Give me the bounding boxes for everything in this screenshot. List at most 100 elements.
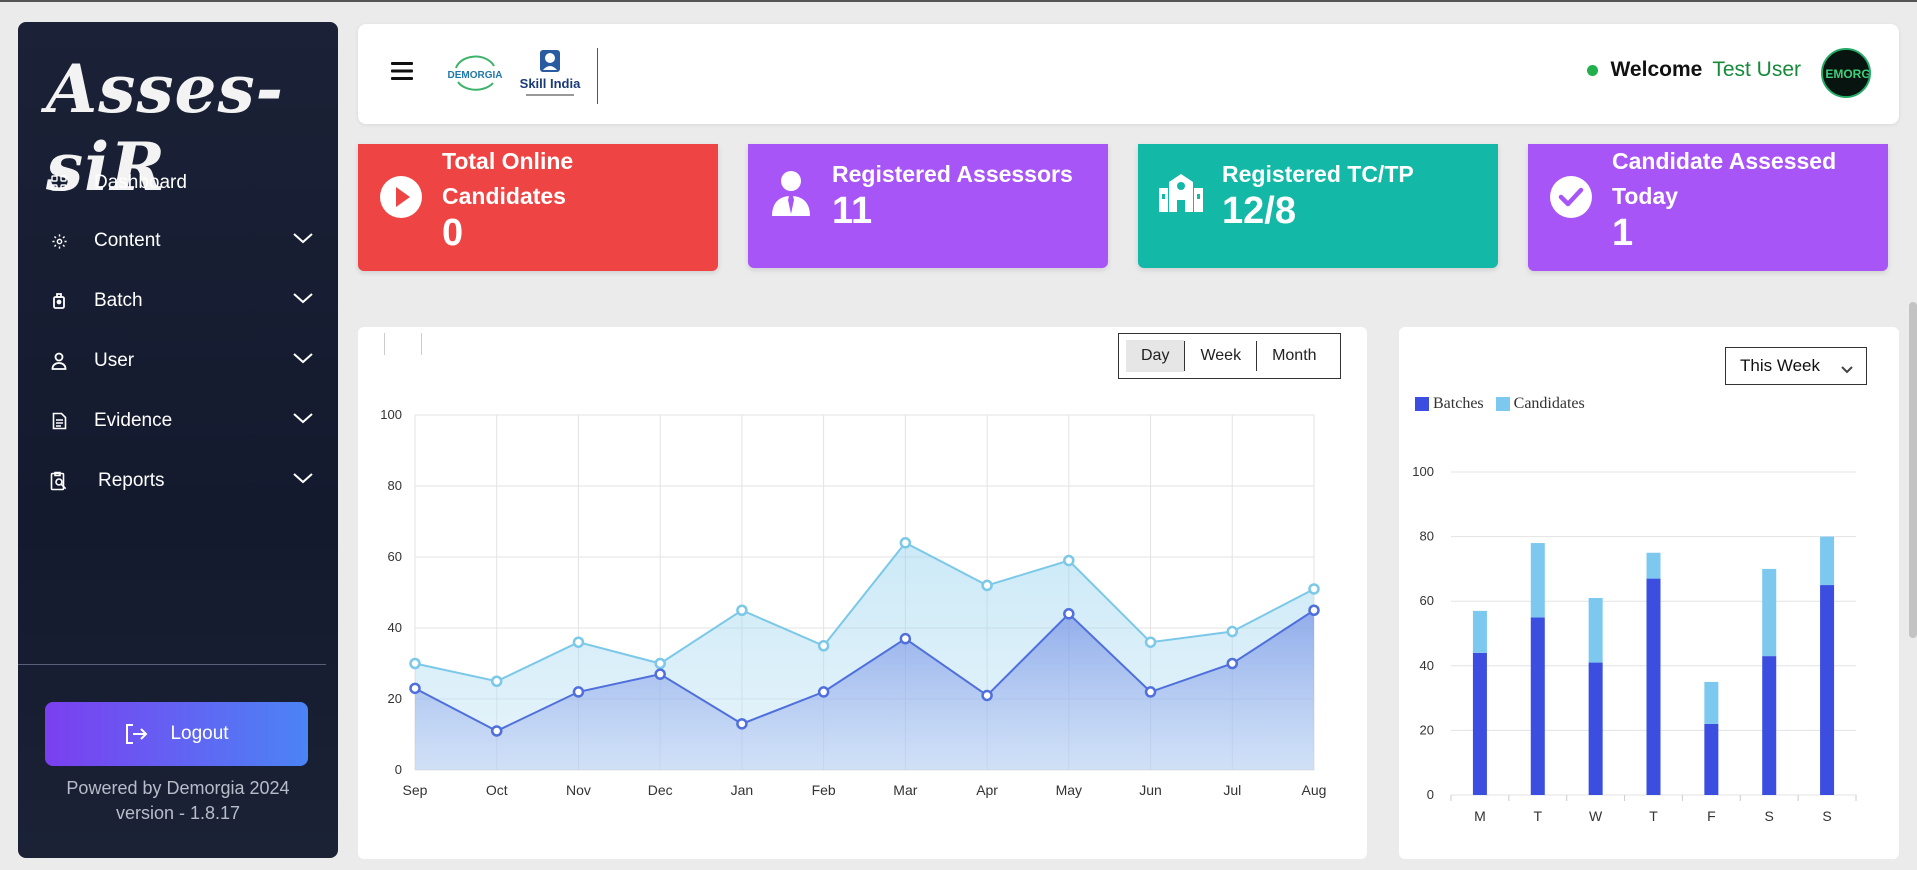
data-point [572, 636, 585, 648]
x-tick-label: F [1707, 808, 1716, 824]
x-tick-label: Oct [486, 782, 508, 798]
y-tick-label: 0 [1427, 787, 1434, 802]
chevron-down-icon [292, 409, 314, 431]
trend-chart-panel: Day Week Month 0 20 40 60 80 100 Sep Oct Nov Dec J… [358, 327, 1367, 859]
sidebar-item-content[interactable]: Content [46, 221, 314, 261]
panel-tab-divider [421, 333, 422, 355]
bar-segment [1646, 578, 1661, 795]
series-line [414, 609, 1315, 733]
y-tick-label: 40 [1420, 658, 1434, 673]
data-point [1226, 625, 1239, 638]
week-range-select[interactable]: This Week [1725, 347, 1867, 385]
batch-icon [46, 288, 72, 314]
logout-icon [126, 724, 148, 744]
x-tick-label: M [1474, 808, 1486, 824]
powered-by-text: Powered by Demorgia 2024 [66, 778, 290, 798]
stat-title: Candidate Assessed [1612, 148, 1837, 174]
data-point [409, 657, 421, 670]
bar-segment [1472, 652, 1487, 795]
y-tick-label: 60 [388, 549, 402, 564]
range-week-button[interactable]: Week [1185, 340, 1256, 372]
report-icon [46, 468, 72, 494]
legend-label: Candidates [1513, 395, 1585, 412]
stat-card-online-candidates: Total Online Candidates 0 [358, 144, 718, 271]
bar-segment [1588, 597, 1603, 663]
bar-segment [1704, 681, 1719, 724]
legend-label: Batches [1433, 395, 1484, 412]
x-tick-label: Apr [976, 782, 998, 798]
legend-swatch [1415, 397, 1429, 411]
data-point [1063, 554, 1075, 567]
range-day-button[interactable]: Day [1126, 340, 1185, 372]
stat-value: 11 [832, 190, 873, 232]
x-tick-label: Mar [893, 782, 917, 798]
stat-title-line2: Today [1612, 183, 1679, 209]
legend-item-batches[interactable]: Batches [1415, 395, 1484, 413]
y-tick-label: 80 [388, 478, 402, 493]
y-tick-label: 60 [1420, 593, 1434, 608]
stat-value: 0 [442, 212, 464, 254]
assessor-icon [768, 170, 814, 216]
sidebar-item-label: Content [94, 230, 161, 251]
area-line-chart: 0 20 40 60 80 100 Sep Oct Nov Dec Jan Feb Mar Apr May J… [380, 407, 1326, 798]
x-tick-label: W [1589, 808, 1603, 824]
chevron-down-icon [292, 289, 314, 311]
sidebar-item-dashboard[interactable]: Dashboard [46, 163, 314, 203]
hamburger-menu-icon[interactable] [391, 61, 413, 86]
bar-segment [1472, 610, 1487, 653]
data-point [1308, 604, 1320, 616]
y-tick-label: 100 [1412, 464, 1434, 479]
bar-segment [1762, 568, 1777, 657]
play-circle-icon [378, 174, 424, 220]
x-tick-label: Nov [566, 782, 591, 798]
range-toggle: Day Week Month [1118, 333, 1341, 379]
data-point [736, 604, 748, 616]
x-tick-label: Dec [648, 782, 673, 798]
range-month-button[interactable]: Month [1257, 340, 1331, 372]
bar-segment [1530, 617, 1545, 795]
week-range-value: This Week [1740, 356, 1820, 375]
chevron-down-icon [1840, 360, 1854, 380]
demorgia-logo: DEMORGIA [446, 54, 504, 94]
y-tick-label: 20 [388, 691, 402, 706]
avatar[interactable]: EMORG [1821, 48, 1871, 98]
data-point [899, 537, 912, 549]
bar-segment [1704, 723, 1719, 795]
sidebar-item-reports[interactable]: Reports [46, 461, 314, 501]
sidebar-item-label: Evidence [94, 410, 173, 431]
bar-segment [1530, 543, 1545, 618]
series-line [414, 541, 1315, 683]
data-point [572, 686, 585, 698]
x-tick-label: Jun [1139, 782, 1162, 798]
logout-button[interactable]: Logout [45, 702, 308, 766]
top-header: DEMORGIA Skill India Welcome Test User E… [358, 24, 1899, 124]
legend-item-candidates[interactable]: Candidates [1495, 395, 1585, 413]
sidebar-item-batch[interactable]: Batch [46, 281, 314, 321]
chart-legend: Batches Candidates [1415, 395, 1597, 413]
gear-icon [46, 228, 72, 254]
document-icon [46, 408, 72, 434]
x-tick-label: T [1534, 808, 1543, 824]
chevron-down-icon [292, 469, 314, 491]
y-tick-label: 0 [395, 762, 402, 777]
stat-value: 12/8 [1222, 190, 1296, 232]
x-tick-label: S [1765, 808, 1774, 824]
demorgia-logo-text: DEMORGIA [448, 70, 503, 81]
data-point [817, 686, 830, 698]
version-text: version - 1.8.17 [115, 803, 241, 823]
legend-swatch [1495, 397, 1510, 411]
sidebar-item-evidence[interactable]: Evidence [46, 401, 314, 441]
online-status-dot [1587, 64, 1599, 76]
stat-card-registered-tctp: Registered TC/TP 12/8 [1138, 144, 1498, 268]
sidebar-item-user[interactable]: User [46, 341, 314, 381]
sidebar-item-label: User [94, 350, 135, 371]
sidebar-divider [18, 664, 326, 665]
stat-value: 1 [1612, 212, 1634, 254]
user-icon [46, 348, 72, 374]
sidebar: Asses-siR Dashboard Content Batch User E… [18, 22, 338, 858]
data-point [490, 725, 503, 737]
y-tick-label: 80 [1420, 529, 1434, 544]
page-scrollbar[interactable] [1909, 302, 1917, 638]
data-point [899, 632, 912, 645]
stat-card-candidate-assessed: Candidate Assessed Today 1 [1528, 144, 1888, 271]
